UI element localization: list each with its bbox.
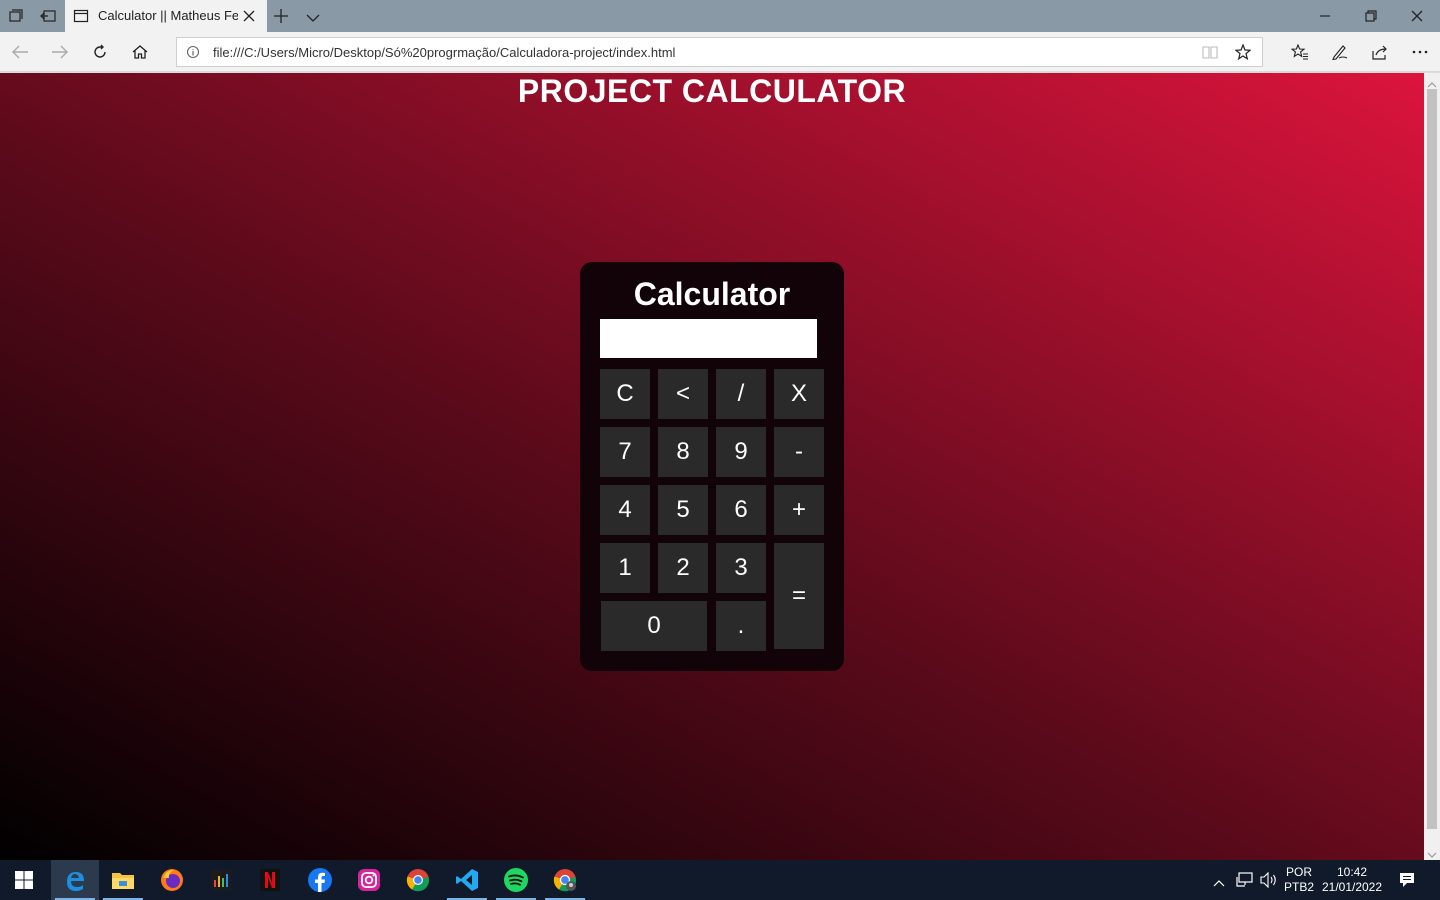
info-icon[interactable] (186, 45, 200, 64)
digit-1-button[interactable]: 1 (600, 543, 650, 593)
windows-logo-icon (15, 871, 33, 889)
tab-list-chevron-icon[interactable] (306, 10, 320, 28)
set-tabs-aside-button[interactable] (32, 0, 64, 32)
digit-3-button[interactable]: 3 (716, 543, 766, 593)
calculator-title: Calculator (633, 276, 791, 312)
firefox-icon (161, 869, 183, 891)
language-code: POR (1285, 865, 1312, 879)
taskbar-app-vscode[interactable] (443, 860, 491, 900)
digit-6-button[interactable]: 6 (716, 485, 766, 535)
more-options-icon[interactable] (1411, 43, 1429, 61)
netflix-icon (260, 869, 280, 891)
input-language-indicator[interactable]: POR PTB2 (1282, 865, 1316, 895)
tabs-aside-icon (40, 10, 56, 22)
taskbar-app-equalizer[interactable] (197, 860, 245, 900)
reading-view-icon[interactable] (1202, 45, 1218, 64)
address-url[interactable]: file:///C:/Users/Micro/Desktop/Só%20prog… (213, 45, 675, 60)
page-title: PROJECT CALCULATOR (517, 73, 907, 109)
taskbar-app-edge[interactable] (51, 860, 99, 900)
clock-time: 10:42 (1336, 865, 1368, 879)
network-icon[interactable] (1236, 872, 1254, 893)
favorites-hub-icon[interactable] (1291, 43, 1309, 61)
action-center-icon[interactable] (1399, 872, 1415, 893)
tab-preview-button[interactable] (0, 0, 32, 32)
calculator-panel: Calculator C < / X 7 8 9 - 4 5 6 + 1 2 3… (580, 262, 844, 671)
scrollbar-thumb[interactable] (1427, 89, 1437, 829)
forward-arrow-icon[interactable] (51, 43, 69, 61)
new-tab-icon[interactable] (273, 8, 289, 29)
close-tab-icon[interactable] (243, 9, 255, 27)
decimal-button[interactable]: . (716, 601, 766, 651)
digit-9-button[interactable]: 9 (716, 427, 766, 477)
keyboard-layout: PTB2 (1283, 880, 1314, 894)
back-arrow-icon[interactable] (11, 43, 29, 61)
refresh-icon[interactable] (91, 43, 109, 61)
spotify-icon (504, 868, 528, 892)
digit-8-button[interactable]: 8 (658, 427, 708, 477)
instagram-icon (358, 869, 380, 891)
minimize-icon[interactable] (1317, 8, 1333, 24)
clock-date: 21/01/2022 (1321, 880, 1383, 894)
calculator-display[interactable] (600, 319, 817, 358)
vscode-icon (456, 869, 478, 891)
edge-icon (67, 872, 84, 891)
clear-button[interactable]: C (600, 369, 650, 419)
taskbar-app-netflix[interactable] (246, 860, 294, 900)
page-icon (73, 8, 89, 29)
chrome-icon (406, 869, 430, 892)
home-icon[interactable] (131, 43, 149, 61)
address-bar[interactable]: file:///C:/Users/Micro/Desktop/Só%20prog… (176, 37, 1263, 67)
taskbar-app-facebook[interactable] (296, 860, 344, 900)
digit-4-button[interactable]: 4 (600, 485, 650, 535)
taskbar-app-file-explorer[interactable] (99, 860, 147, 900)
minus-button[interactable]: - (774, 427, 824, 477)
plus-button[interactable]: + (774, 485, 824, 535)
windows-taskbar: POR PTB2 10:42 21/01/2022 (0, 860, 1440, 900)
vertical-scrollbar[interactable] (1424, 73, 1440, 860)
divide-button[interactable]: / (716, 369, 766, 419)
close-window-icon[interactable] (1409, 8, 1425, 24)
chrome-canary-icon (553, 869, 577, 892)
share-icon[interactable] (1371, 43, 1389, 61)
tab-title: Calculator || Matheus Fe (98, 8, 238, 23)
taskbar-clock[interactable]: 10:42 21/01/2022 (1318, 865, 1386, 895)
pen-notes-icon[interactable] (1331, 43, 1349, 61)
digit-2-button[interactable]: 2 (658, 543, 708, 593)
equals-button[interactable]: = (774, 543, 824, 649)
tab-preview-icon (9, 9, 23, 22)
multiply-button[interactable]: X (774, 369, 824, 419)
restore-icon[interactable] (1363, 8, 1379, 24)
facebook-icon (308, 868, 332, 892)
favorite-star-icon[interactable] (1234, 43, 1252, 65)
taskbar-app-spotify[interactable] (492, 860, 540, 900)
file-explorer-icon (112, 873, 134, 889)
taskbar-app-chrome-canary[interactable] (541, 860, 589, 900)
taskbar-app-firefox[interactable] (148, 860, 196, 900)
volume-icon[interactable] (1260, 871, 1278, 893)
active-tab[interactable]: Calculator || Matheus Fe (65, 0, 267, 32)
backspace-button[interactable]: < (658, 369, 708, 419)
digit-0-button[interactable]: 0 (601, 601, 707, 651)
taskbar-app-chrome[interactable] (394, 860, 442, 900)
browser-nav-bar: file:///C:/Users/Micro/Desktop/Só%20prog… (0, 32, 1440, 72)
equalizer-app-icon (211, 870, 231, 890)
digit-5-button[interactable]: 5 (658, 485, 708, 535)
show-hidden-icons-chevron-icon[interactable] (1213, 874, 1225, 892)
page-viewport: PROJECT CALCULATOR Calculator C < / X 7 … (0, 73, 1424, 860)
digit-7-button[interactable]: 7 (600, 427, 650, 477)
start-button[interactable] (0, 860, 48, 900)
taskbar-app-instagram[interactable] (345, 860, 393, 900)
browser-tab-bar: Calculator || Matheus Fe (0, 0, 1440, 32)
